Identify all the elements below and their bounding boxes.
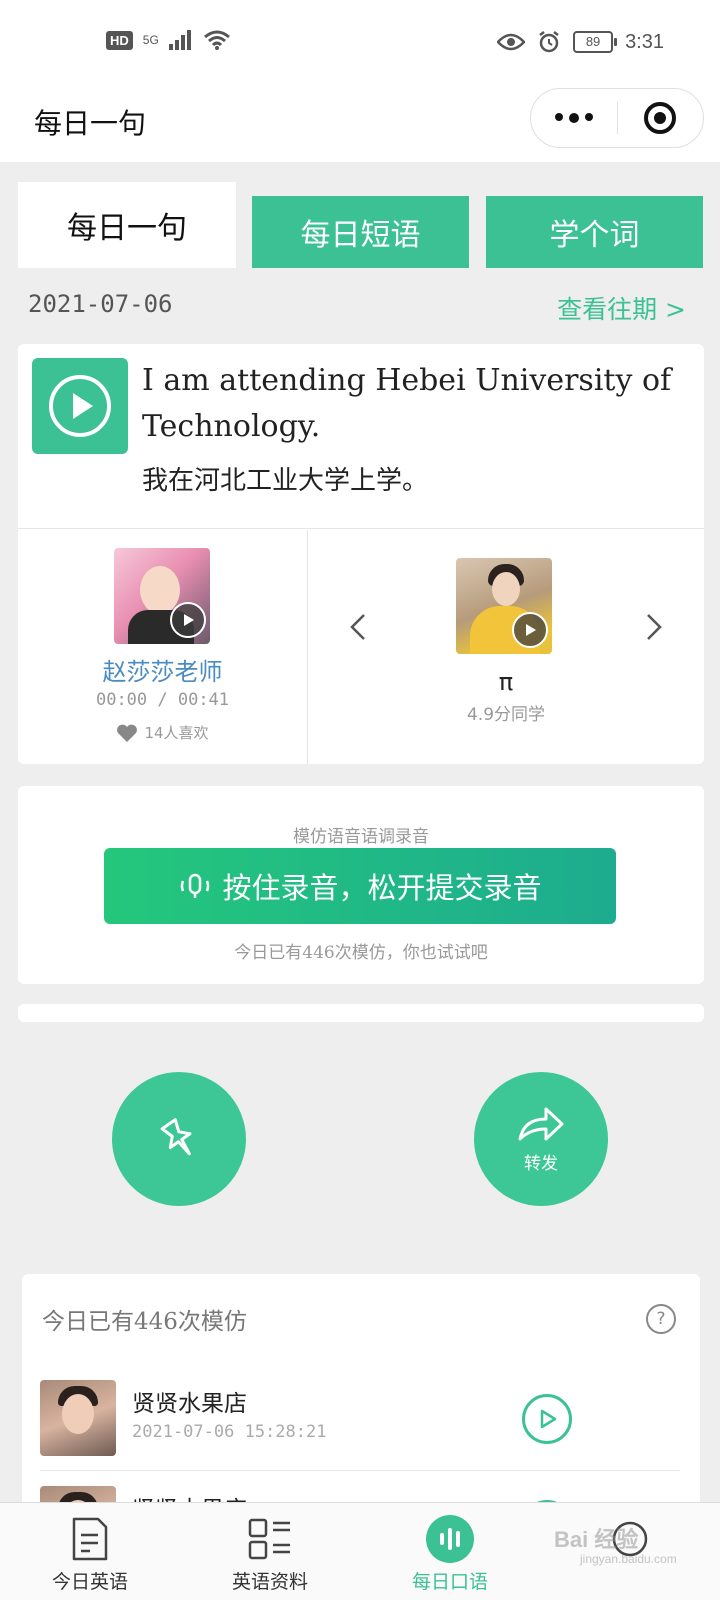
student-score: 4.9分同学 xyxy=(466,705,546,725)
tab-daily-sentence[interactable]: 每日一句 xyxy=(18,182,236,268)
miniprogram-capsule xyxy=(530,88,704,148)
tabbar-item-today-english[interactable]: 今日英语 xyxy=(0,1511,180,1594)
heart-icon xyxy=(117,724,138,742)
record-button[interactable]: 按住录音，松开提交录音 xyxy=(104,848,616,924)
record-card: 模仿语音语调录音 按住录音，松开提交录音 今日已有446次模仿，你也试试吧 xyxy=(18,786,704,984)
play-circle-icon xyxy=(49,375,111,437)
microphone-icon xyxy=(181,873,210,898)
prev-arrow-icon[interactable] xyxy=(348,610,368,651)
network-type: 5G xyxy=(142,33,159,47)
tab-learn-word[interactable]: 学个词 xyxy=(486,196,703,268)
eye-icon xyxy=(497,33,526,51)
collapsed-card xyxy=(18,1004,704,1022)
target-icon xyxy=(644,102,677,134)
date-label: 2021-07-06 xyxy=(28,290,173,318)
dot-icon xyxy=(554,113,563,121)
dot-icon xyxy=(568,113,579,123)
divider xyxy=(18,528,704,529)
teacher-panel: 赵莎莎老师 00:00 / 00:41 14人喜欢 xyxy=(18,530,307,764)
student-panel: π 4.9分同学 xyxy=(308,530,704,764)
sentence-chinese: 我在河北工业大学上学。 xyxy=(142,466,429,496)
sentence-english: I am attending Hebei University of Techn… xyxy=(142,363,672,444)
record-hint: 今日已有446次模仿，你也试试吧 xyxy=(234,943,488,963)
hd-badge: HD xyxy=(106,30,133,50)
list-item-time: 2021-07-06 15:28:21 xyxy=(132,1422,327,1442)
watermark: Bai 经验 xyxy=(554,1527,639,1552)
teacher-audio-time: 00:00 / 00:41 xyxy=(95,690,230,710)
status-right: 89 3:31 xyxy=(497,30,664,54)
play-icon[interactable] xyxy=(512,612,548,648)
record-button-label: 按住录音，松开提交录音 xyxy=(222,871,542,905)
status-left: HD 5G xyxy=(106,30,231,50)
play-icon xyxy=(540,1409,557,1429)
likes-count: 14人喜欢 xyxy=(144,724,209,742)
clock: 3:31 xyxy=(625,30,664,53)
status-bar: HD 5G 89 3:31 xyxy=(0,0,720,88)
record-title: 模仿语音语调录音 xyxy=(293,827,429,847)
imitation-list-header: 今日已有446次模仿 xyxy=(42,1309,247,1335)
tabbar-item-english-materials[interactable]: 英语资料 xyxy=(180,1511,360,1594)
close-miniprogram-button[interactable] xyxy=(618,102,704,134)
pin-button[interactable] xyxy=(112,1072,246,1206)
tabbar-label: 英语资料 xyxy=(231,1571,308,1593)
tabbar-label: 每日口语 xyxy=(411,1571,488,1593)
grid-list-icon xyxy=(248,1518,290,1560)
sentence-play-button[interactable] xyxy=(32,358,128,454)
play-icon[interactable] xyxy=(170,602,206,638)
wifi-icon xyxy=(203,30,230,50)
pin-icon xyxy=(160,1118,192,1156)
tabbar-item-daily-speaking[interactable]: 每日口语 xyxy=(360,1511,540,1594)
sentence-card: I am attending Hebei University of Techn… xyxy=(18,344,704,764)
dot-icon xyxy=(584,113,593,121)
help-icon[interactable]: ? xyxy=(646,1304,676,1334)
teacher-name[interactable]: 赵莎莎老师 xyxy=(18,652,307,687)
audio-bars-icon xyxy=(426,1515,474,1563)
tabbar-label: 今日英语 xyxy=(51,1571,128,1593)
share-icon xyxy=(518,1107,564,1140)
history-link[interactable]: 查看往期 > xyxy=(557,290,686,326)
watermark-sub: jingyan.baidu.com xyxy=(580,1552,677,1566)
student-name: π xyxy=(498,668,514,696)
play-button[interactable] xyxy=(522,1394,572,1444)
battery-indicator: 89 xyxy=(573,31,618,53)
divider xyxy=(40,1470,680,1471)
share-label: 转发 xyxy=(524,1153,558,1174)
teacher-avatar[interactable] xyxy=(114,548,210,644)
nav-bar: 每日一句 xyxy=(0,88,720,162)
page-title: 每日一句 xyxy=(34,107,147,140)
alarm-icon xyxy=(539,31,559,53)
avatar[interactable] xyxy=(40,1380,116,1456)
document-icon xyxy=(72,1517,108,1561)
list-item: 贤贤水果店 2021-07-06 15:28:21 xyxy=(40,1366,680,1470)
list-item-name: 贤贤水果店 xyxy=(132,1391,247,1417)
teacher-likes[interactable]: 14人喜欢 xyxy=(18,722,307,743)
share-button[interactable]: 转发 xyxy=(474,1072,608,1206)
student-avatar[interactable] xyxy=(456,558,552,654)
more-menu-button[interactable] xyxy=(531,113,617,123)
next-arrow-icon[interactable] xyxy=(644,610,664,651)
signal-icon xyxy=(168,30,191,50)
tab-daily-phrase[interactable]: 每日短语 xyxy=(252,196,469,268)
